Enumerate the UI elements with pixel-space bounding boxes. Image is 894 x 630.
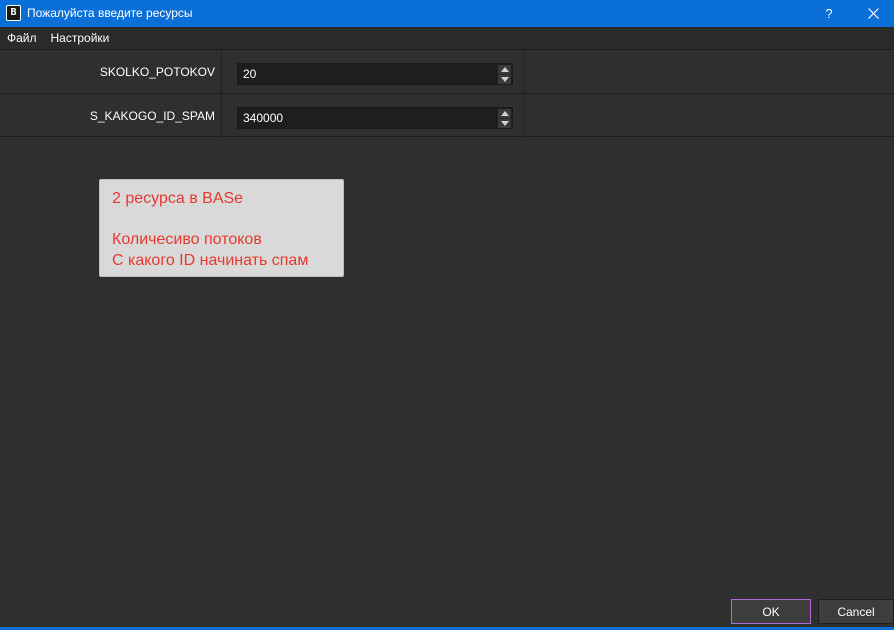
- app-icon-letter: B: [10, 7, 17, 18]
- threads-cell: 20: [222, 50, 524, 94]
- threads-decrement-button[interactable]: [498, 75, 511, 84]
- start-id-cell: 340000: [222, 94, 524, 138]
- arrow-up-icon: [500, 111, 509, 116]
- title-bar[interactable]: B Пожалуйста введите ресурсы ?: [0, 0, 894, 27]
- cancel-button[interactable]: Cancel: [818, 599, 894, 624]
- threads-spin-arrows: [498, 65, 511, 84]
- close-button[interactable]: [856, 0, 890, 27]
- close-icon: [867, 8, 879, 19]
- resource-form: SKOLKO_POTOKOV 20 S_KAKOGO_ID_SPAM 34000…: [0, 49, 894, 138]
- note-line-resources: 2 ресурса в BASe: [112, 190, 244, 207]
- start-id-value[interactable]: 340000: [243, 108, 283, 129]
- arrow-up-icon: [500, 67, 509, 72]
- threads-increment-button[interactable]: [498, 65, 511, 75]
- threads-label: SKOLKO_POTOKOV: [0, 50, 222, 94]
- threads-value[interactable]: 20: [243, 64, 256, 85]
- arrow-down-icon: [500, 121, 509, 126]
- start-id-label: S_KAKOGO_ID_SPAM: [0, 94, 222, 138]
- start-id-decrement-button[interactable]: [498, 119, 511, 128]
- start-id-spinbox[interactable]: 340000: [237, 107, 513, 129]
- note-spacer: [112, 209, 331, 229]
- start-id-increment-button[interactable]: [498, 109, 511, 119]
- threads-spinbox[interactable]: 20: [237, 63, 513, 85]
- start-id-spin-arrows: [498, 109, 511, 128]
- window-title: Пожалуйста введите ресурсы: [27, 6, 193, 20]
- menu-item-settings[interactable]: Настройки: [44, 27, 117, 49]
- app-icon: B: [6, 5, 21, 21]
- form-row-start-id: S_KAKOGO_ID_SPAM 340000: [0, 93, 894, 138]
- arrow-down-icon: [500, 77, 509, 82]
- info-note: 2 ресурса в BASe Количесиво потоков С ка…: [99, 179, 344, 277]
- help-button[interactable]: ?: [818, 0, 840, 27]
- ok-button[interactable]: OK: [731, 599, 811, 624]
- note-line-threads: Количесиво потоков: [112, 231, 262, 248]
- note-line-start-id: С какого ID начинать спам: [112, 252, 309, 269]
- form-row-threads: SKOLKO_POTOKOV 20: [0, 49, 894, 94]
- menu-item-file[interactable]: Файл: [0, 27, 44, 49]
- menu-bar: Файл Настройки: [0, 27, 894, 49]
